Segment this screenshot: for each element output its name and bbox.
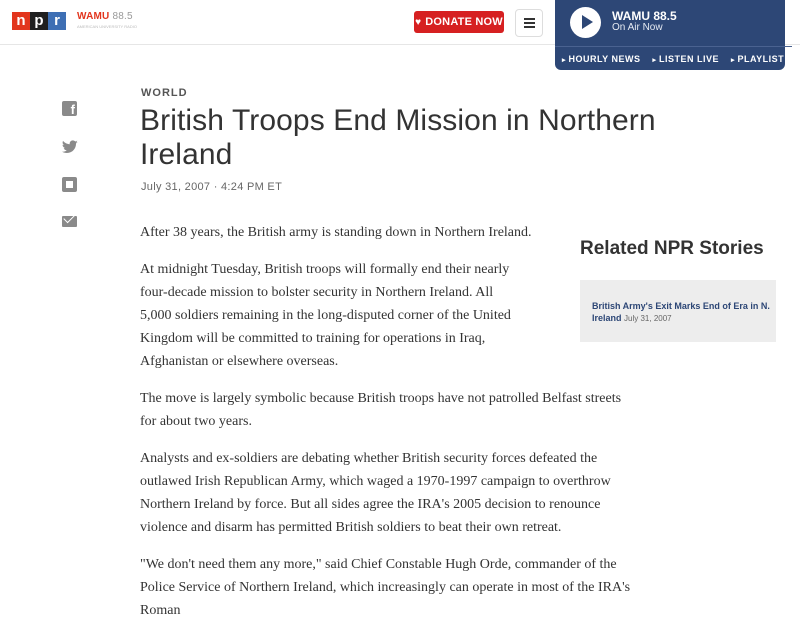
player-status: On Air Now — [612, 22, 663, 33]
donate-button[interactable]: ♥ DONATE NOW — [414, 11, 504, 33]
related-stories: Related NPR Stories British Army's Exit … — [580, 238, 776, 342]
heart-icon: ♥ — [415, 16, 422, 28]
donate-label: DONATE NOW — [425, 16, 503, 28]
related-story-card[interactable]: British Army's Exit Marks End of Era in … — [580, 280, 776, 342]
playlist-link[interactable]: PLAYLIST — [731, 54, 784, 64]
station-logo[interactable]: WAMU 88.5 AMERICAN UNIVERSITY RADIO — [77, 12, 137, 30]
related-story-date: July 31, 2007 — [624, 314, 672, 323]
email-icon[interactable] — [62, 214, 78, 230]
npr-logo[interactable]: n p r — [12, 12, 66, 30]
article-date: July 31, 2007 · 4:24 PM ET — [141, 181, 283, 193]
live-player: WAMU 88.5 On Air Now HOURLY NEWS LISTEN … — [555, 0, 792, 70]
related-title: Related NPR Stories — [580, 238, 764, 259]
listen-live-link[interactable]: LISTEN LIVE — [652, 54, 719, 64]
station-tagline: AMERICAN UNIVERSITY RADIO — [77, 24, 137, 29]
play-icon[interactable] — [570, 7, 601, 38]
paragraph: "We don't need them any more," said Chie… — [140, 557, 631, 618]
menu-button[interactable] — [515, 9, 543, 37]
twitter-icon[interactable] — [62, 140, 78, 156]
player-station: WAMU 88.5 — [612, 9, 677, 23]
paragraph: At midnight Tuesday, British troops will… — [140, 262, 511, 369]
related-story-link[interactable]: British Army's Exit Marks End of Era in … — [592, 300, 772, 325]
paragraph: Analysts and ex-soldiers are debating wh… — [140, 451, 611, 535]
station-logo-name: WAMU — [77, 11, 110, 22]
hourly-news-link[interactable]: HOURLY NEWS — [562, 54, 640, 64]
npr-logo-p: p — [30, 12, 48, 30]
npr-logo-r: r — [48, 12, 66, 30]
section-slug[interactable]: WORLD — [141, 87, 188, 99]
player-links: HOURLY NEWS LISTEN LIVE PLAYLIST — [555, 46, 792, 71]
article-headline: British Troops End Mission in Northern I… — [140, 104, 656, 171]
article-body: After 38 years, the British army is stan… — [140, 221, 638, 636]
flipboard-icon[interactable] — [62, 177, 78, 193]
paragraph: The move is largely symbolic because Bri… — [140, 391, 622, 429]
related-story-title[interactable]: British Army's Exit Marks End of Era in … — [592, 301, 770, 323]
npr-logo-n: n — [12, 12, 30, 30]
hamburger-icon — [523, 18, 535, 20]
facebook-icon[interactable] — [62, 101, 78, 117]
station-logo-freq: 88.5 — [112, 11, 133, 22]
paragraph: After 38 years, the British army is stan… — [140, 225, 532, 240]
